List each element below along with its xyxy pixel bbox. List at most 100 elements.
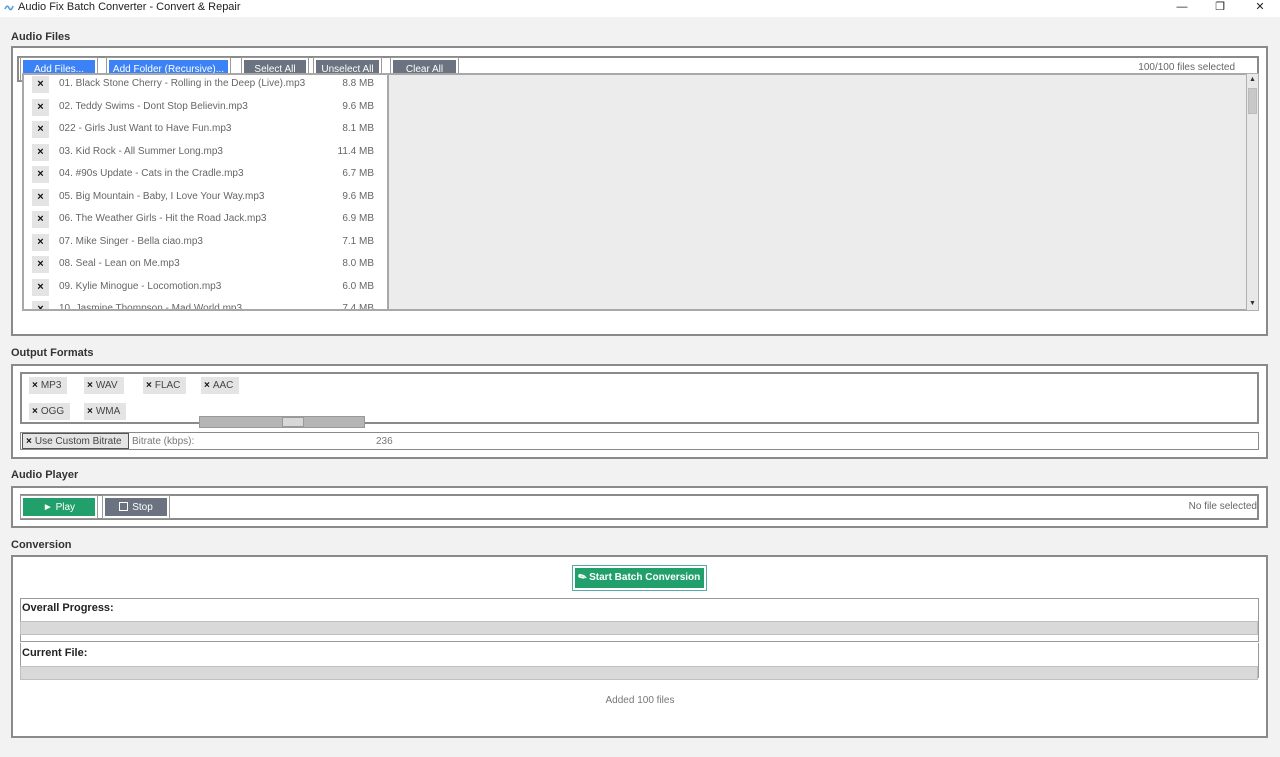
checkbox-check-icon: × (146, 380, 152, 391)
bitrate-slider[interactable] (199, 416, 365, 428)
files-selected-count: 100/100 files selected (1138, 62, 1235, 73)
format-label: FLAC (154, 380, 181, 391)
format-checkbox-wav[interactable]: × WAV (84, 377, 124, 394)
format-checkbox-mp3[interactable]: × MP3 (29, 377, 68, 394)
file-name: 022 - Girls Just Want to Have Fun.mp3 (59, 123, 232, 134)
file-name: 01. Black Stone Cherry - Rolling in the … (59, 78, 306, 89)
stop-button[interactable]: Stop (102, 495, 170, 519)
file-size: 7.4 MB (342, 303, 374, 311)
file-size: 8.0 MB (342, 258, 374, 269)
current-file-progress-bar (20, 666, 1258, 680)
custom-bitrate-label: Use Custom Bitrate (34, 436, 122, 447)
file-size: 6.7 MB (342, 168, 374, 179)
file-row[interactable]: × 03. Kid Rock - All Summer Long.mp3 11.4 … (24, 143, 384, 163)
file-checkbox[interactable]: × (32, 256, 49, 273)
bitrate-value: 236 (376, 436, 393, 447)
file-checkbox[interactable]: × (32, 121, 49, 138)
checkbox-check-icon: × (87, 406, 93, 417)
window-title: Audio Fix Batch Converter - Convert & Re… (18, 1, 241, 13)
checkbox-check-icon: × (204, 380, 210, 391)
start-conversion-label: Start Batch Conversion (589, 572, 701, 583)
play-button[interactable]: ► Play (20, 495, 98, 519)
file-size: 7.1 MB (342, 235, 374, 247)
checkbox-check-icon: × (26, 436, 32, 447)
file-checkbox[interactable]: × (32, 211, 49, 228)
file-row[interactable]: × 09. Kylie Minogue - Locomotion.mp3 6.0 M… (24, 278, 384, 298)
file-size: 9.6 MB (342, 100, 374, 112)
maximize-button[interactable]: ❐ (1200, 0, 1240, 16)
format-label: MP3 (40, 380, 62, 391)
conversion-heading: Conversion (11, 539, 72, 551)
bitrate-label: Bitrate (kbps): (132, 436, 195, 447)
file-size: 8.1 MB (342, 123, 374, 134)
player-status: No file selected (1188, 501, 1257, 512)
file-checkbox[interactable]: × (32, 76, 49, 93)
file-name: 02. Teddy Swims - Dont Stop Believin.mp3 (59, 100, 248, 112)
file-name: 04. #90s Update - Cats in the Cradle.mp3 (59, 168, 244, 179)
output-formats-heading: Output Formats (11, 347, 94, 359)
close-icon: ✕ (1255, 1, 1265, 13)
file-row[interactable]: × 01. Black Stone Cherry - Rolling in the… (24, 75, 384, 95)
custom-bitrate-checkbox[interactable]: × Use Custom Bitrate (22, 433, 129, 449)
checkbox-check-icon: × (87, 380, 93, 391)
file-name: 05. Big Mountain - Baby, I Love Your Way… (59, 190, 265, 202)
file-size: 8.8 MB (342, 78, 374, 89)
file-size: 11.4 MB (337, 145, 375, 157)
player-controls: No file selected (20, 494, 1259, 520)
format-checkbox-wma[interactable]: × WMA (84, 403, 127, 420)
conversion-status: Added 100 files (605, 695, 675, 706)
file-row[interactable]: × 05. Big Mountain - Baby, I Love Your Wa… (24, 188, 384, 208)
file-name: 09. Kylie Minogue - Locomotion.mp3 (59, 280, 222, 292)
file-checkbox[interactable]: × (32, 301, 49, 309)
format-checkbox-aac[interactable]: × AAC (201, 377, 240, 394)
file-list[interactable]: × 01. Black Stone Cherry - Rolling in the… (22, 73, 389, 311)
file-size: 9.6 MB (342, 190, 374, 202)
format-checkbox-flac[interactable]: × FLAC (143, 377, 187, 394)
scroll-down-icon[interactable]: ▼ (1247, 298, 1258, 310)
file-row[interactable]: × 06. The Weather Girls - Hit the Road Ja… (24, 210, 384, 230)
bitrate-slider-thumb[interactable] (282, 417, 304, 427)
file-row[interactable]: × 10. Jasmine Thompson - Mad World.mp3 7.4… (24, 300, 384, 311)
file-checkbox[interactable]: × (32, 143, 49, 161)
overall-progress-bar (20, 621, 1258, 635)
audio-files-heading: Audio Files (11, 31, 71, 43)
file-checkbox[interactable]: × (32, 188, 49, 206)
bitrate-row (20, 432, 1259, 450)
current-file-label: Current File: (22, 647, 88, 659)
file-name: 10. Jasmine Thompson - Mad World.mp3 (59, 303, 243, 311)
format-label: AAC (212, 380, 234, 391)
file-name: 03. Kid Rock - All Summer Long.mp3 (59, 145, 223, 157)
scrollbar-thumb[interactable] (1248, 88, 1257, 114)
file-list-scrollbar[interactable]: ▲ ▼ (1246, 73, 1259, 311)
format-label: OGG (40, 406, 65, 417)
format-label: WMA (95, 406, 121, 417)
restore-icon: ❐ (1215, 1, 1225, 13)
file-checkbox[interactable]: × (32, 278, 49, 296)
file-row[interactable]: × 04. #90s Update - Cats in the Cradle.mp… (24, 165, 384, 185)
file-row[interactable]: × 02. Teddy Swims - Dont Stop Believin.mp… (24, 98, 384, 118)
file-checkbox[interactable]: × (32, 233, 49, 251)
scroll-up-icon[interactable]: ▲ (1247, 74, 1258, 86)
file-row[interactable]: × 08. Seal - Lean on Me.mp3 8.0 MB (24, 255, 384, 275)
stop-label: Stop (132, 502, 153, 513)
file-checkbox[interactable]: × (32, 166, 49, 183)
minimize-button[interactable]: — (1162, 0, 1202, 16)
file-list-empty-area (389, 73, 1246, 311)
start-batch-conversion-button[interactable]: ✎Start Batch Conversion (572, 565, 707, 591)
file-name: 06. The Weather Girls - Hit the Road Jac… (59, 213, 267, 224)
checkbox-check-icon: × (32, 406, 38, 417)
file-checkbox[interactable]: × (32, 98, 49, 116)
file-row[interactable]: × 022 - Girls Just Want to Have Fun.mp3 8.… (24, 120, 384, 140)
progress-group (20, 598, 1259, 642)
file-name: 07. Mike Singer - Bella ciao.mp3 (59, 235, 203, 247)
title-bar: Audio Fix Batch Converter - Convert & Re… (0, 0, 1280, 17)
overall-progress-label: Overall Progress: (22, 602, 114, 614)
file-size: 6.9 MB (342, 213, 374, 224)
file-name: 08. Seal - Lean on Me.mp3 (59, 258, 180, 269)
file-row[interactable]: × 07. Mike Singer - Bella ciao.mp3 7.1 MB (24, 233, 384, 253)
format-label: WAV (95, 380, 118, 391)
format-checkbox-ogg[interactable]: × OGG (29, 403, 71, 420)
minimize-icon: — (1176, 1, 1188, 13)
close-button[interactable]: ✕ (1240, 0, 1280, 16)
audio-player-heading: Audio Player (11, 469, 79, 481)
